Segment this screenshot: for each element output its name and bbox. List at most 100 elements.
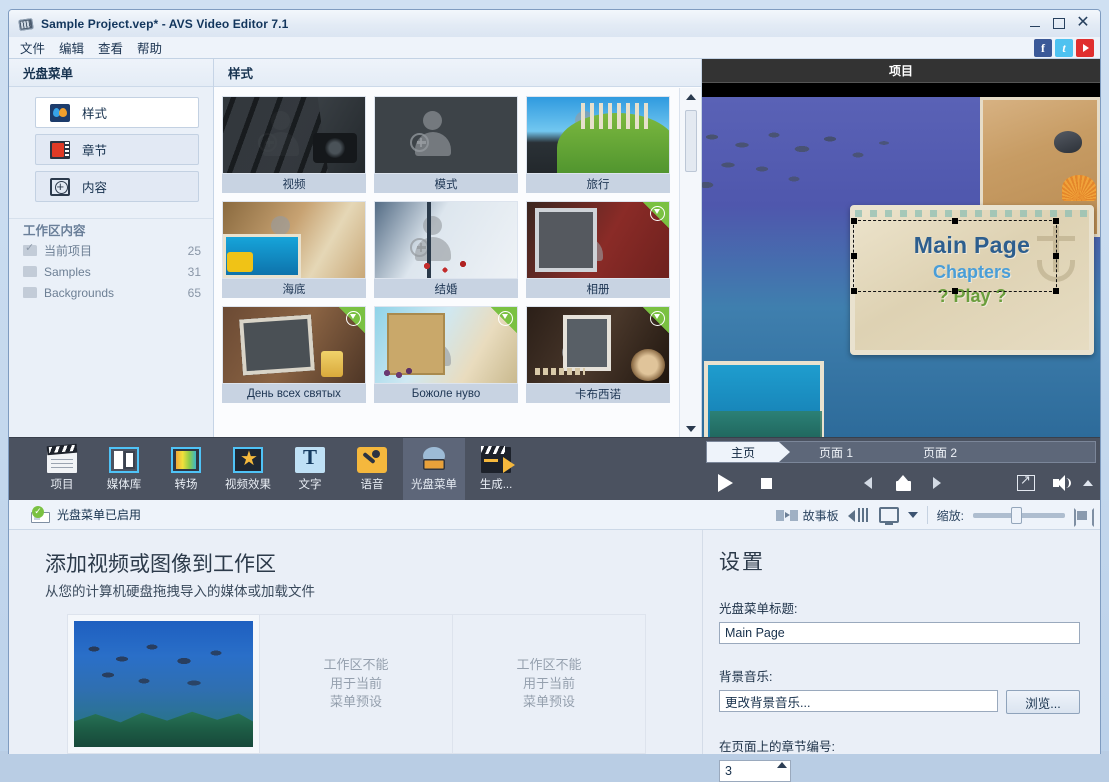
style-thumbnail <box>222 306 366 384</box>
style-card[interactable]: 海底 <box>222 201 366 298</box>
download-badge-icon[interactable] <box>643 307 669 333</box>
list-item[interactable]: 当前项目 25 <box>9 240 213 261</box>
display-mode-icon[interactable] <box>878 507 899 525</box>
background-music-input[interactable]: 更改背景音乐... <box>719 690 998 712</box>
menu-view[interactable]: 查看 <box>96 37 125 58</box>
menu-edit[interactable]: 编辑 <box>57 37 86 58</box>
next-button[interactable] <box>933 477 941 489</box>
chevron-down-icon[interactable] <box>907 512 918 518</box>
sidebar-item-chapters[interactable]: 章节 <box>35 134 199 165</box>
stop-button[interactable] <box>761 477 772 489</box>
scrollbar-thumb[interactable] <box>685 110 697 172</box>
divider <box>926 506 928 524</box>
style-card[interactable]: 视频 <box>222 96 366 193</box>
resize-handle[interactable] <box>1053 288 1059 294</box>
toolbar-produce[interactable]: 生成... <box>465 438 527 500</box>
style-thumbnail <box>526 306 670 384</box>
resize-handle[interactable] <box>952 218 958 224</box>
disc-menu-enabled-status: ✓ 光盘菜单已启用 <box>31 505 141 523</box>
style-icon <box>50 103 70 122</box>
download-badge-icon[interactable] <box>643 202 669 228</box>
style-card[interactable]: 相册 <box>526 201 670 298</box>
list-item[interactable]: Backgrounds 65 <box>9 282 213 303</box>
list-item[interactable]: Samples 31 <box>9 261 213 282</box>
preview-letterbox <box>702 83 1100 97</box>
minimize-button[interactable] <box>1024 13 1046 33</box>
storyboard-button[interactable]: 故事板 <box>775 507 839 524</box>
style-card[interactable]: Божоле нуво <box>374 306 518 403</box>
workspace-slot-empty[interactable]: 工作区不能 用于当前 菜单预设 <box>453 614 646 754</box>
resize-handle[interactable] <box>851 288 857 294</box>
scroll-up-icon[interactable] <box>680 88 702 105</box>
style-card[interactable]: 旅行 <box>526 96 670 193</box>
toolbar-text[interactable]: 文字 <box>279 438 341 500</box>
tab-main-page[interactable]: 主页 <box>707 442 790 462</box>
toolbar-disc-menu[interactable]: 光盘菜单 <box>403 438 465 500</box>
close-button[interactable]: ✕ <box>1072 13 1094 33</box>
scroll-down-icon[interactable] <box>680 420 702 437</box>
title-bar: Sample Project.vep* - AVS Video Editor 7… <box>9 10 1100 37</box>
toolbar-label: 文字 <box>298 478 322 491</box>
toolbar-transitions[interactable]: 转场 <box>155 438 217 500</box>
placeholder-person-icon <box>409 110 454 157</box>
toolbar-label: 转场 <box>174 478 198 491</box>
disc-menu-title-label: 光盘菜单标题: <box>719 602 798 616</box>
play-button[interactable] <box>718 474 733 492</box>
sidebar-item-styles[interactable]: 样式 <box>35 97 199 128</box>
volume-button[interactable] <box>1053 475 1073 491</box>
audio-mixer-icon[interactable] <box>847 507 870 523</box>
toolbar-media-library[interactable]: 媒体库 <box>93 438 155 500</box>
download-badge-icon[interactable] <box>491 307 517 333</box>
sidebar-item-content[interactable]: 内容 <box>35 171 199 202</box>
volume-caret-up-icon[interactable] <box>1083 480 1093 486</box>
preview-header: 项目 <box>702 59 1100 83</box>
tab-page-2[interactable]: 页面 2 <box>883 442 987 462</box>
preview-canvas[interactable]: Main Page Chapters ? Play ? <box>702 97 1100 437</box>
menu-help[interactable]: 帮助 <box>135 37 164 58</box>
style-card[interactable]: 卡布西诺 <box>526 306 670 403</box>
style-card[interactable]: 结婚 <box>374 201 518 298</box>
style-card[interactable]: День всех святых <box>222 306 366 403</box>
style-card[interactable]: 模式 <box>374 96 518 193</box>
youtube-icon[interactable] <box>1076 39 1094 57</box>
style-label: 旅行 <box>526 174 670 193</box>
menu-file[interactable]: 文件 <box>18 37 47 58</box>
styles-panel: 样式 视频 模式 旅行 海底 结婚 相册 День всех святых Божоле ну… <box>214 59 702 437</box>
workspace-slot-empty[interactable]: 工作区不能 用于当前 菜单预设 <box>260 614 453 754</box>
home-button[interactable] <box>896 474 911 491</box>
list-item-label: 当前项目 <box>44 244 93 258</box>
toolbar-project[interactable]: 项目 <box>31 438 93 500</box>
previous-button[interactable] <box>864 477 872 489</box>
resize-handle[interactable] <box>851 253 857 259</box>
resize-handle[interactable] <box>1053 218 1059 224</box>
stepper-up-icon[interactable] <box>777 762 787 768</box>
chapters-per-page-stepper[interactable]: 3 <box>719 760 791 782</box>
zoom-slider[interactable] <box>973 506 1065 524</box>
tab-page-1[interactable]: 页面 1 <box>779 442 883 462</box>
workspace-slot-label: 工作区不能 用于当前 菜单预设 <box>323 656 389 710</box>
zoom-slider-thumb[interactable] <box>1011 506 1022 524</box>
styles-scrollbar[interactable] <box>679 88 701 437</box>
resize-handle[interactable] <box>1053 253 1059 259</box>
download-badge-icon[interactable] <box>339 307 365 333</box>
placeholder-person-icon <box>257 110 302 157</box>
twitter-icon[interactable]: t <box>1055 39 1073 57</box>
resize-handle[interactable] <box>851 218 857 224</box>
workspace-slot-filled[interactable] <box>67 614 260 754</box>
media-library-icon <box>109 446 139 473</box>
timeline-controls: 故事板 缩放: <box>775 500 1094 530</box>
fullscreen-button[interactable] <box>1017 472 1035 491</box>
maximize-button[interactable] <box>1048 13 1070 33</box>
browse-button[interactable]: 浏览... <box>1006 690 1080 714</box>
selection-box[interactable] <box>851 218 1059 294</box>
list-item-count: 31 <box>187 264 201 279</box>
fit-to-screen-icon[interactable] <box>1074 507 1094 527</box>
toolbar-video-effects[interactable]: 视频效果 <box>217 438 279 500</box>
zoom-label: 缩放: <box>936 508 964 523</box>
style-label: Божоле нуво <box>374 384 518 403</box>
toolbar-voice[interactable]: 语音 <box>341 438 403 500</box>
facebook-icon[interactable]: f <box>1034 39 1052 57</box>
disc-menu-title-input[interactable]: Main Page <box>719 622 1080 644</box>
resize-handle[interactable] <box>952 288 958 294</box>
sidebar-header: 光盘菜单 <box>9 59 213 87</box>
